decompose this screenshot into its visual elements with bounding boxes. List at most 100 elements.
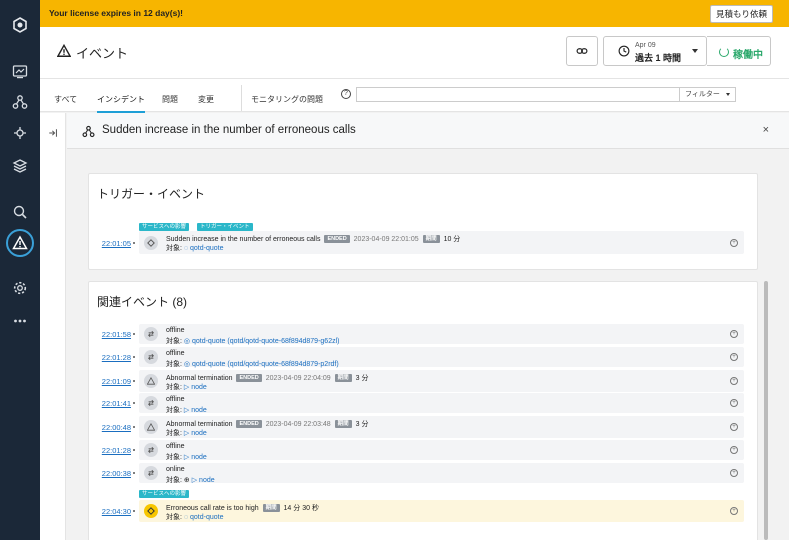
- tab-problems[interactable]: 問題: [162, 94, 178, 105]
- related-card-title: 関連イベント (8): [97, 295, 188, 309]
- search-analysis-icon[interactable]: [10, 202, 30, 222]
- close-icon[interactable]: ×: [763, 124, 769, 136]
- timeline-dot: [133, 426, 135, 428]
- event-name: offline: [166, 350, 185, 357]
- more-icon[interactable]: [10, 311, 30, 331]
- chevron-down-icon: [726, 93, 730, 96]
- target-link[interactable]: ▷ node: [184, 454, 207, 461]
- expand-row-icon[interactable]: +: [730, 377, 738, 385]
- event-time-link[interactable]: 22:01:28: [91, 446, 131, 455]
- dashboard-icon[interactable]: [10, 62, 30, 82]
- related-event-row[interactable]: 22:01:28 offline 対象: ▷ node +: [102, 440, 744, 462]
- event-target: 対象: ▷ node: [166, 382, 207, 392]
- event-target: 対象: ◎ qotd-quote (qotd/qotd-quote-68f894…: [166, 359, 339, 369]
- event-time-link[interactable]: 22:01:05: [91, 239, 131, 248]
- expand-row-icon[interactable]: +: [730, 469, 738, 477]
- chevron-down-icon: [692, 49, 698, 53]
- target-link[interactable]: ◎ qotd-quote (qotd/qotd-quote-68f894d879…: [184, 361, 339, 368]
- related-event-row[interactable]: 22:01:41 offline 対象: ▷ node +: [102, 393, 744, 415]
- incident-detail-scroll: トリガー・イベント サービスへの影響 トリガー・イベント 22:01:05 Su…: [67, 149, 789, 540]
- target-label: 対象:: [166, 514, 182, 521]
- live-status-button[interactable]: 稼働中: [707, 36, 771, 66]
- topology-icon[interactable]: [10, 92, 30, 112]
- related-event-row[interactable]: 22:00:38 online 対象: ⊕ ▷ node +: [102, 463, 744, 484]
- target-link[interactable]: ▷ node: [184, 384, 207, 391]
- target-label: 対象:: [166, 477, 182, 484]
- ended-badge: ENDED: [324, 235, 350, 244]
- filter-dropdown[interactable]: フィルター: [680, 87, 736, 102]
- related-event-row[interactable]: 22:04:30 Erroneous call rate is too high …: [102, 500, 744, 522]
- related-event-row[interactable]: 22:01:09 Abnormal termination ENDED 2023-…: [102, 370, 744, 392]
- expand-row-icon[interactable]: +: [730, 446, 738, 454]
- diamond-icon: [144, 235, 158, 250]
- swap-icon: [144, 396, 158, 410]
- time-range-selector[interactable]: Apr 09 過去 1 時間: [603, 36, 707, 66]
- target-link[interactable]: ◌ qotd-quote: [184, 514, 224, 521]
- event-text: online: [166, 466, 185, 473]
- event-text: offline: [166, 443, 185, 450]
- event-time-link[interactable]: 22:01:09: [91, 377, 131, 386]
- event-duration: 3 分: [355, 375, 369, 382]
- trigger-event-card: トリガー・イベント サービスへの影響 トリガー・イベント 22:01:05 Su…: [88, 173, 758, 270]
- share-link-button[interactable]: [566, 36, 598, 66]
- event-name: offline: [166, 327, 185, 334]
- event-time-link[interactable]: 22:01:28: [91, 353, 131, 362]
- event-target: 対象: ▷ node: [166, 405, 207, 415]
- event-time-link[interactable]: 22:00:48: [91, 423, 131, 432]
- event-name: Abnormal termination: [166, 421, 233, 428]
- services-icon[interactable]: [10, 123, 30, 143]
- expand-panel-icon[interactable]: [48, 128, 58, 138]
- search-input[interactable]: [356, 87, 680, 102]
- stack-icon[interactable]: [10, 156, 30, 176]
- expand-row-icon[interactable]: +: [730, 238, 738, 247]
- help-icon[interactable]: ?: [341, 89, 351, 99]
- link-icon: [576, 48, 588, 54]
- related-events-card: 関連イベント (8) 22:01:58 offline 対象: ◎ qotd-quo…: [88, 281, 758, 540]
- event-name: Erroneous call rate is too high: [166, 505, 259, 512]
- event-target: 対象: ◌ qotd-quote: [166, 243, 224, 253]
- expand-row-icon[interactable]: +: [730, 330, 738, 338]
- event-time-link[interactable]: 22:01:58: [91, 330, 131, 339]
- target-label: 対象:: [166, 338, 182, 345]
- trigger-event-row[interactable]: 22:01:05 Sudden increase in the number o…: [102, 231, 744, 254]
- service-impact-tag: サービスへの影響: [139, 490, 190, 498]
- target-link[interactable]: ◌ qotd-quote: [184, 245, 224, 252]
- settings-gear-icon[interactable]: [10, 278, 30, 298]
- event-name: Sudden increase in the number of erroneo…: [166, 236, 321, 243]
- duration-badge: 期間: [334, 374, 352, 383]
- tab-monitoring-issues[interactable]: モニタリングの問題: [251, 94, 323, 105]
- expand-row-icon[interactable]: +: [730, 353, 738, 361]
- topology-icon: [82, 125, 95, 138]
- diamond-icon: [144, 504, 158, 518]
- page-title: イベント: [76, 46, 129, 61]
- event-time-link[interactable]: 22:04:30: [91, 507, 131, 516]
- related-event-row[interactable]: 22:00:48 Abnormal termination ENDED 2023-…: [102, 416, 744, 438]
- target-link[interactable]: ▷ node: [192, 477, 215, 484]
- tab-changes[interactable]: 変更: [198, 94, 214, 105]
- target-name: node: [191, 454, 207, 461]
- event-duration: 14 分 30 秒: [283, 505, 319, 512]
- duration-badge: 期間: [334, 420, 352, 429]
- expand-row-icon[interactable]: +: [730, 423, 738, 431]
- scrollbar[interactable]: [764, 281, 768, 540]
- related-event-row[interactable]: 22:01:28 offline 対象: ◎ qotd-quote (qotd/qo…: [102, 347, 744, 369]
- target-name: node: [199, 477, 215, 484]
- target-link[interactable]: ◎ qotd-quote (qotd/qotd-quote-68f894d879…: [184, 338, 340, 345]
- swap-icon: [144, 327, 158, 341]
- event-time-link[interactable]: 22:00:38: [91, 469, 131, 478]
- event-target: 対象: ▷ node: [166, 452, 207, 462]
- quote-request-button[interactable]: 見積もり依頼: [709, 5, 773, 23]
- target-link[interactable]: ▷ node: [184, 430, 207, 437]
- app-logo-icon[interactable]: [10, 15, 30, 35]
- events-warning-icon[interactable]: [6, 229, 34, 257]
- left-nav: [0, 0, 40, 540]
- related-event-row[interactable]: 22:01:58 offline 対象: ◎ qotd-quote (qotd/qo…: [102, 324, 744, 345]
- collapsed-list-strip: [40, 113, 66, 540]
- ended-badge: ENDED: [236, 420, 262, 429]
- expand-row-icon[interactable]: +: [730, 507, 738, 515]
- event-time-link[interactable]: 22:01:41: [91, 399, 131, 408]
- target-link[interactable]: ▷ node: [184, 407, 207, 414]
- tab-incidents[interactable]: インシデント: [97, 94, 145, 113]
- expand-row-icon[interactable]: +: [730, 399, 738, 407]
- tab-all[interactable]: すべて: [54, 94, 77, 105]
